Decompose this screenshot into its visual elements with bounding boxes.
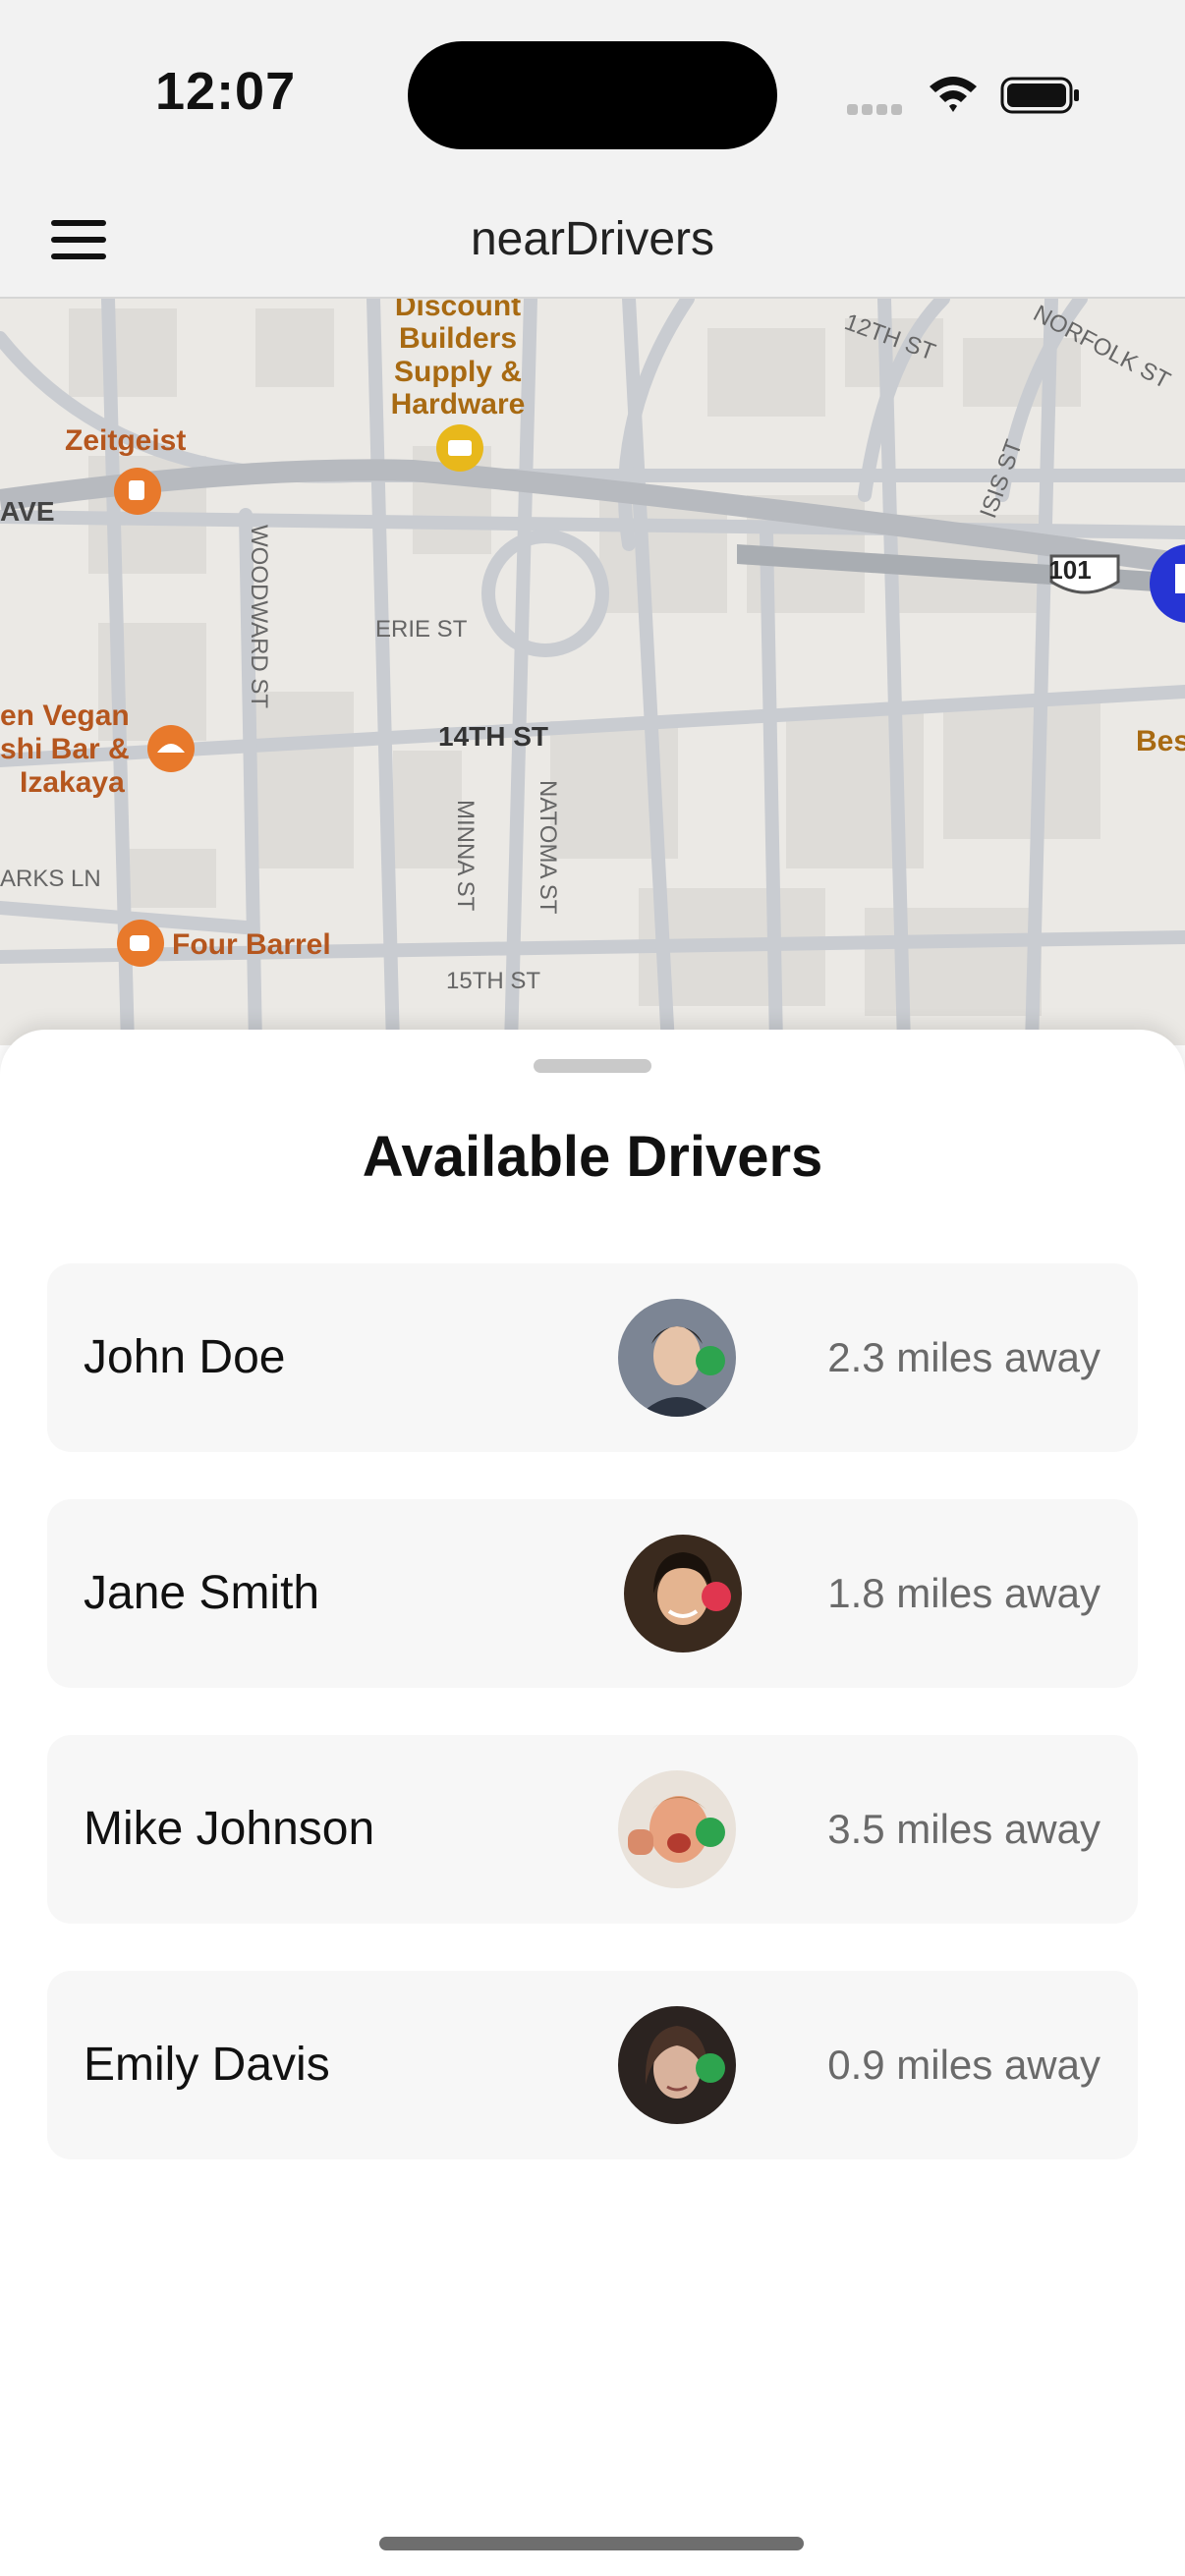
sheet-title: Available Drivers [362,1125,823,1189]
map-label-vegan-3: Izakaya [20,766,125,799]
map-label-four-barrel: Four Barrel [172,928,331,961]
map-label-minna: MINNA ST [452,800,479,912]
drivers-list: John Doe 2.3 miles away Jane Smith 1.8 m… [47,1263,1138,2207]
drivers-bottom-sheet: Available Drivers John Doe 2.3 miles awa… [0,1030,1185,2576]
map-label-natoma: NATOMA ST [535,780,561,915]
wifi-icon [930,77,977,112]
driver-card[interactable]: Jane Smith 1.8 miles away [47,1499,1138,1688]
map-label-erie: ERIE ST [375,616,468,643]
driver-card[interactable]: Emily Davis 0.9 miles away [47,1971,1138,2159]
driver-name: Jane Smith [84,1567,320,1619]
driver-name: Emily Davis [84,2039,330,2091]
status-time: 12:07 [155,62,297,121]
map-view[interactable]: Discount Builders Supply & Hardware Zeit… [0,299,1185,1045]
status-bar: 12:07 [0,0,1185,187]
map-label-zeitgeist: Zeitgeist [65,424,186,457]
map-label-discount-builders-4: Hardware [391,388,526,420]
battery-icon [1000,77,1079,114]
map-label-arks: ARKS LN [0,866,101,892]
driver-card[interactable]: Mike Johnson 3.5 miles away [47,1735,1138,1924]
driver-distance: 3.5 miles away [827,1806,1100,1852]
map-label-ave: AVE [0,496,55,527]
driver-status-dot [696,2053,725,2083]
driver-distance: 2.3 miles away [827,1334,1100,1380]
driver-status-dot [696,1346,725,1375]
driver-status-dot [696,1818,725,1847]
driver-distance: 1.8 miles away [827,1570,1100,1616]
map-label-vegan-2: shi Bar & [0,733,130,765]
map-label-discount-builders-1: Discount [395,299,521,322]
map-label-woodward: WOODWARD ST [246,525,272,708]
map-label-vegan-1: en Vegan [0,700,130,732]
home-indicator[interactable] [379,2537,804,2550]
map-label-bes: Bes [1136,725,1185,757]
navigation-bar: nearDrivers [0,187,1185,299]
driver-name: Mike Johnson [84,1803,375,1855]
map-label-discount-builders-2: Builders [399,322,517,355]
map-label-15th: 15TH ST [446,968,540,994]
highway-101-label: 101 [1048,555,1091,585]
driver-distance: 0.9 miles away [827,2042,1100,2088]
dynamic-island [408,41,777,149]
driver-card[interactable]: John Doe 2.3 miles away [47,1263,1138,1452]
map-label-14th: 14TH ST [438,721,548,752]
map-label-discount-builders-3: Supply & [394,356,522,388]
driver-status-dot [702,1582,731,1611]
cellular-signal-icon [847,102,908,116]
app-title: nearDrivers [470,213,715,265]
sheet-grabber-handle[interactable] [534,1059,651,1073]
driver-name: John Doe [84,1331,286,1383]
